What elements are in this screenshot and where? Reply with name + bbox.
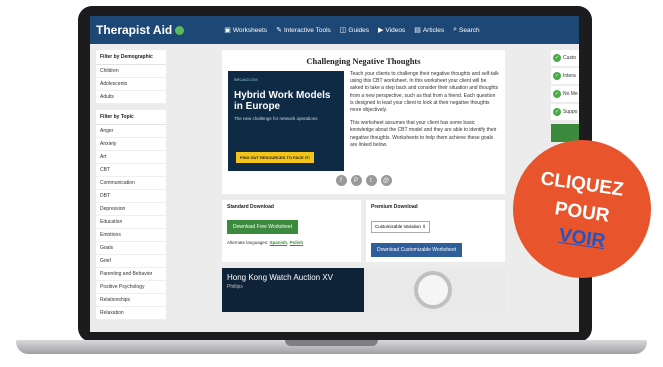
- feature-label: No Me: [563, 91, 578, 97]
- check-icon: ✓: [553, 72, 561, 80]
- select-arrow-icon: ⇕: [422, 224, 426, 229]
- nav-label: Interactive Tools: [283, 26, 331, 34]
- guides-icon: ◫: [339, 27, 347, 34]
- filter-item-art[interactable]: Art: [96, 151, 166, 164]
- laptop-notch: [285, 340, 378, 346]
- filter-item-children[interactable]: Children: [96, 65, 166, 78]
- filter-item-goals[interactable]: Goals: [96, 242, 166, 255]
- banner-text: Hong Kong Watch Auction XV Phillips: [222, 268, 364, 312]
- nav-label: Articles: [422, 26, 445, 34]
- advertisement[interactable]: BROADCOM Hybrid Work Models in Europe Th…: [228, 71, 344, 171]
- nav-links: ▣ Worksheets ✎ Interactive Tools ◫ Guides ▶…: [224, 26, 479, 34]
- nav-videos[interactable]: ▶ Videos: [378, 26, 406, 35]
- video-icon: ▶: [378, 27, 384, 34]
- filter-item-parenting[interactable]: Parenting and Behavior: [96, 268, 166, 281]
- download-customizable-button[interactable]: Download Customizable Worksheet: [371, 243, 463, 257]
- feature-label: Intera: [563, 73, 576, 79]
- alternate-languages: Alternate languages: Spanish, Polish: [227, 240, 304, 245]
- check-icon: ✓: [553, 54, 561, 62]
- feature-label: Suppo: [563, 109, 578, 115]
- language-link-spanish[interactable]: Spanish: [270, 240, 288, 245]
- banner-title: Hong Kong Watch Auction XV: [227, 273, 333, 282]
- nav-articles[interactable]: ▤ Articles: [414, 26, 445, 35]
- filter-item-anger[interactable]: Anger: [96, 125, 166, 138]
- filter-item-dbt[interactable]: DBT: [96, 190, 166, 203]
- filter-item-emotions[interactable]: Emotions: [96, 229, 166, 242]
- ad-headline: Hybrid Work Models in Europe: [234, 90, 331, 112]
- filter-item-adolescents[interactable]: Adolescents: [96, 78, 166, 91]
- filter-item-relationships[interactable]: Relationships: [96, 294, 166, 307]
- ad-brand: BROADCOM: [234, 77, 258, 82]
- search-icon: ⌕: [453, 26, 458, 33]
- page-title: Challenging Negative Thoughts: [306, 56, 421, 66]
- watch-image: [414, 271, 452, 309]
- nav-worksheets[interactable]: ▣ Worksheets: [224, 26, 268, 35]
- pinterest-icon[interactable]: P: [350, 175, 362, 186]
- filter-demographic-title: Filter by Demographic: [96, 50, 166, 65]
- premium-download: Premium Download Customizable Variation …: [366, 200, 505, 262]
- laptop-screen: Therapist Aid ▣ Worksheets ✎ Interactive T…: [90, 16, 579, 332]
- filter-sidebar: Filter by Demographic Children Adolescen…: [96, 50, 166, 332]
- facebook-icon[interactable]: f: [335, 175, 347, 186]
- nav-guides[interactable]: ◫ Guides: [339, 26, 370, 35]
- filter-item-positive-psychology[interactable]: Positive Psychology: [96, 281, 166, 294]
- email-icon[interactable]: @: [380, 175, 392, 186]
- nav-label: Search: [459, 26, 480, 34]
- logo-dot-icon: [175, 25, 185, 35]
- filter-item-communication[interactable]: Communication: [96, 177, 166, 190]
- filter-item-depression[interactable]: Depression: [96, 203, 166, 216]
- nav-label: Videos: [385, 26, 406, 34]
- filter-topic-panel: Filter by Topic Anger Anxiety Art CBT Co…: [96, 110, 166, 320]
- top-navigation: Therapist Aid ▣ Worksheets ✎ Interactive T…: [90, 16, 579, 44]
- social-share: f P t @: [228, 175, 499, 186]
- filter-item-education[interactable]: Education: [96, 216, 166, 229]
- filter-demographic-panel: Filter by Demographic Children Adolescen…: [96, 50, 166, 104]
- feature-check: ✓ No Me: [551, 86, 579, 102]
- filter-item-relaxation[interactable]: Relaxation: [96, 307, 166, 320]
- feature-check: ✓ Intera: [551, 68, 579, 84]
- check-icon: ✓: [553, 108, 561, 116]
- feature-label: Custo: [563, 55, 577, 61]
- download-row: Standard Download Download Free Workshee…: [222, 200, 505, 262]
- nav-label: Guides: [348, 26, 370, 34]
- ad-subtitle: The new challenge for network operations: [234, 116, 318, 121]
- standard-download-title: Standard Download: [227, 204, 274, 210]
- cliquez-pour-voir-badge[interactable]: CLIQUEZ POUR VOIR: [513, 140, 651, 278]
- feature-check: ✓ Custo: [551, 50, 579, 66]
- filter-item-adults[interactable]: Adults: [96, 91, 166, 104]
- filter-item-grief[interactable]: Grief: [96, 255, 166, 268]
- alternate-languages-label: Alternate languages:: [227, 240, 269, 245]
- logo-text: Therapist Aid: [96, 23, 173, 37]
- twitter-icon[interactable]: t: [365, 175, 377, 186]
- standard-download: Standard Download Download Free Workshee…: [222, 200, 361, 262]
- filter-item-cbt[interactable]: CBT: [96, 164, 166, 177]
- check-icon: ✓: [553, 90, 561, 98]
- worksheet-icon: ▣: [224, 27, 231, 34]
- worksheet-main: Challenging Negative Thoughts BROADCOM H…: [222, 50, 505, 332]
- filter-item-anxiety[interactable]: Anxiety: [96, 138, 166, 151]
- premium-download-title: Premium Download: [371, 204, 418, 210]
- banner-ad[interactable]: Hong Kong Watch Auction XV Phillips: [222, 268, 505, 312]
- tools-icon: ✎: [276, 27, 282, 34]
- nav-label: Worksheets: [232, 26, 268, 34]
- articles-icon: ▤: [414, 27, 421, 34]
- banner-image: [364, 268, 505, 312]
- nav-interactive-tools[interactable]: ✎ Interactive Tools: [276, 26, 331, 35]
- nav-search[interactable]: ⌕ Search: [453, 26, 480, 34]
- feature-check: ✓ Suppo: [551, 104, 579, 120]
- banner-subtitle: Phillips: [227, 284, 243, 290]
- ad-cta-button[interactable]: FIND OUT RESOURCES TO FACE IT!: [236, 152, 314, 163]
- language-link-polish[interactable]: Polish: [290, 240, 304, 245]
- worksheet-card: Challenging Negative Thoughts BROADCOM H…: [222, 50, 505, 194]
- download-free-button[interactable]: Download Free Worksheet: [227, 220, 299, 234]
- site-logo[interactable]: Therapist Aid: [96, 23, 185, 37]
- variation-select[interactable]: Customizable Variation ⇕: [371, 221, 430, 233]
- select-value: Customizable Variation: [375, 224, 421, 229]
- filter-topic-title: Filter by Topic: [96, 110, 166, 125]
